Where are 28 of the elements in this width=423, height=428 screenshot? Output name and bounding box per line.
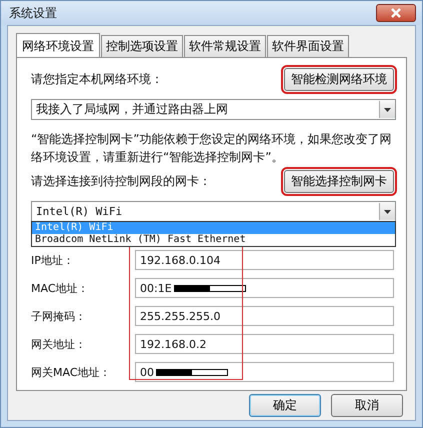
note-text: “智能选择控制网卡”功能依赖于您设定的网络环境，如果您改变了网络环境设置，请重新进行“智能选择控制网卡”。 [31, 131, 392, 166]
field-label: 子网掩码： [31, 308, 87, 324]
adapter-label: 请选择连接到待控制网段的网卡： [31, 173, 211, 190]
tab[interactable]: 软件界面设置 [267, 35, 349, 57]
redaction-bar [156, 368, 228, 376]
field-label: 网关地址： [31, 336, 87, 352]
input-field[interactable]: 00:1E [135, 278, 394, 298]
select-adapter-button[interactable]: 智能选择控制网卡 [284, 170, 394, 193]
tab[interactable]: 网络环境设置 [16, 33, 100, 58]
close-button[interactable] [376, 4, 416, 22]
tab[interactable]: 控制选项设置 [101, 35, 183, 57]
dropdown-option[interactable]: Broadcom NetLink (TM) Fast Ethernet [32, 234, 395, 246]
environment-dropdown[interactable]: 我接入了局域网，并通过路由器上网 [31, 99, 396, 120]
tab[interactable]: 软件常规设置 [184, 35, 266, 57]
field-label: 网关MAC地址： [31, 364, 112, 380]
adapter-dropdown[interactable]: Intel(R) WiFi [31, 201, 396, 222]
input-field[interactable]: 192.168.0.2 [135, 334, 394, 354]
detect-button[interactable]: 智能检测网络环境 [284, 68, 394, 91]
dialog-button[interactable]: 取消 [331, 394, 403, 417]
input-field[interactable]: 00 [135, 362, 394, 382]
field-label: MAC地址： [31, 280, 90, 296]
input-field[interactable]: 192.168.0.104 [135, 250, 394, 270]
dialog-button[interactable]: 确定 [249, 394, 321, 417]
input-field[interactable]: 255.255.255.0 [135, 306, 394, 326]
field-label: IP地址： [31, 252, 75, 268]
window-title: 系统设置 [9, 4, 57, 22]
close-icon [390, 8, 402, 18]
environment-label: 请您指定本机网络环境： [31, 71, 163, 88]
